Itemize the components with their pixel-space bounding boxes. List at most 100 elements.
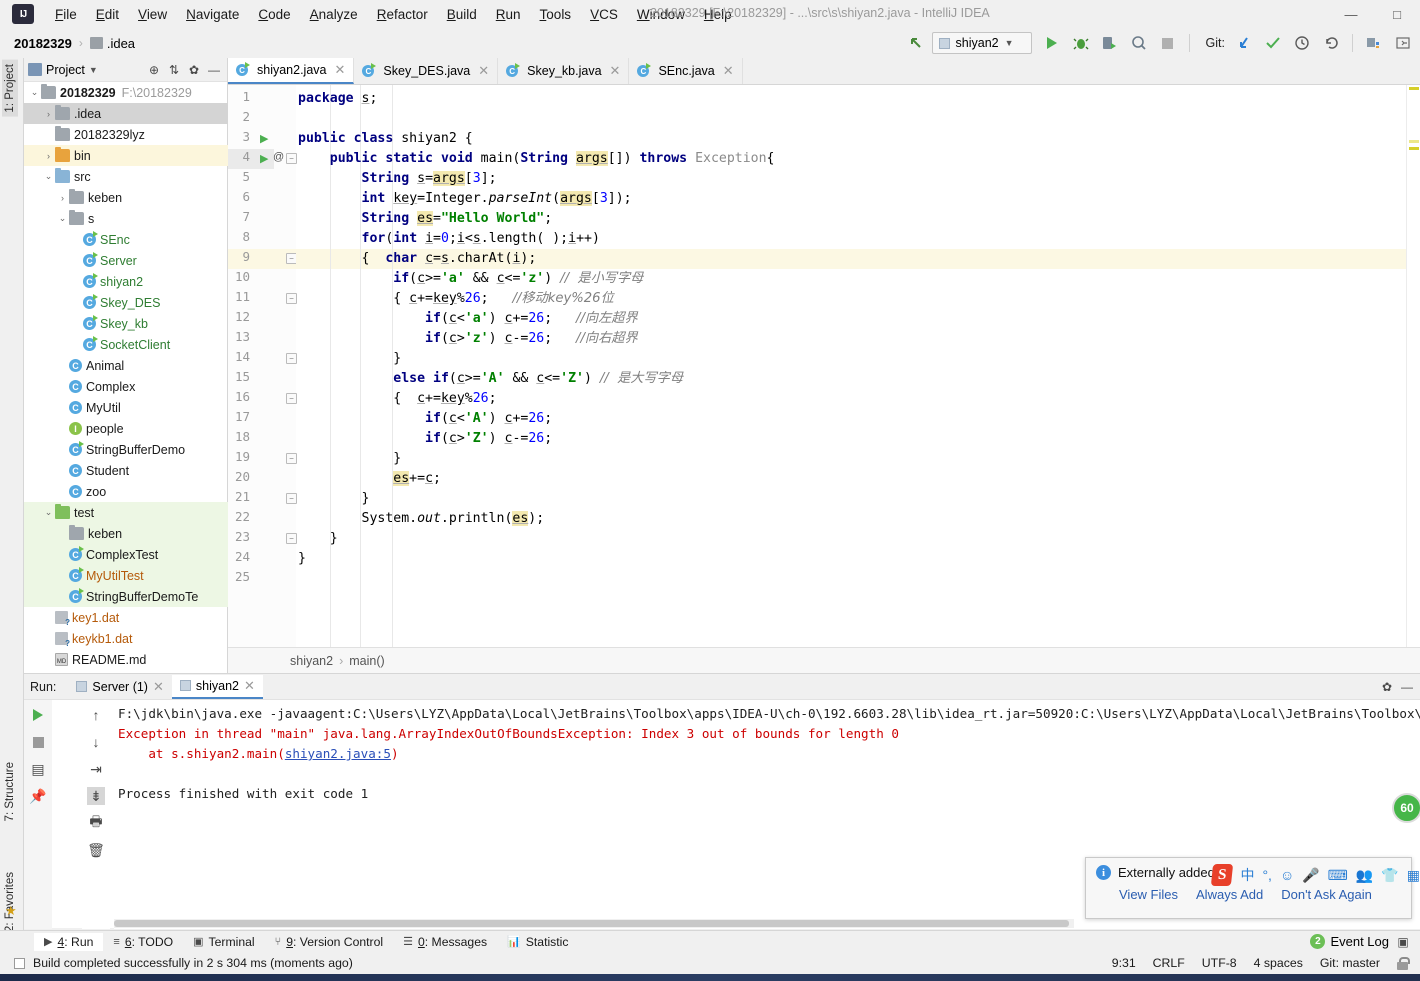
soft-wrap-icon[interactable]: ⇥ <box>87 760 105 778</box>
editor-marker-bar[interactable] <box>1406 85 1420 647</box>
close-icon[interactable]: ✕ <box>153 679 164 695</box>
chevron-right-icon[interactable]: › <box>56 193 69 203</box>
tree-node[interactable]: C MyUtil <box>24 397 228 418</box>
run-with-coverage-icon[interactable] <box>1097 31 1123 55</box>
tool-window-run[interactable]: ▶ 4: Run <box>34 932 104 951</box>
rerun-icon[interactable] <box>29 706 47 724</box>
menu-item-tools[interactable]: Tools <box>531 3 581 26</box>
breadcrumb-class[interactable]: shiyan2 <box>290 654 333 668</box>
tree-node[interactable]: keben <box>24 523 228 544</box>
line-separator[interactable]: CRLF <box>1153 956 1185 970</box>
menu-item-vcs[interactable]: VCS <box>581 3 627 26</box>
project-panel-title[interactable]: Project <box>46 63 85 77</box>
close-icon[interactable]: ✕ <box>478 63 489 79</box>
tool-window-todo[interactable]: ≡ 6: TODO <box>103 933 183 951</box>
lock-icon[interactable] <box>1397 956 1410 970</box>
gear-icon[interactable]: ✿ <box>1378 678 1396 696</box>
chevron-down-icon[interactable]: ⌄ <box>42 507 55 518</box>
tree-node[interactable]: ⌄ src <box>24 166 228 187</box>
chevron-down-icon[interactable]: ▼ <box>89 65 98 75</box>
menu-item-code[interactable]: Code <box>249 3 299 26</box>
scroll-down-icon[interactable]: ↓ <box>87 733 105 751</box>
minimize-button[interactable]: — <box>1328 0 1374 28</box>
scroll-to-end-icon[interactable]: ⇟ <box>87 787 105 805</box>
back-arrow-icon[interactable] <box>903 31 929 55</box>
editor-tab-shiyan2-java[interactable]: Cshiyan2.java ✕ <box>228 58 355 84</box>
tree-node[interactable]: key1.dat <box>24 607 228 628</box>
view-files-link[interactable]: View Files <box>1119 887 1178 902</box>
annotation-marker-icon[interactable]: @ <box>273 151 284 163</box>
clear-all-icon[interactable]: 🗑 <box>87 841 105 859</box>
profile-icon[interactable] <box>1126 31 1152 55</box>
chevron-right-icon[interactable]: › <box>42 109 55 119</box>
tree-node[interactable]: Ipeople <box>24 418 228 439</box>
tree-node[interactable]: C MyUtilTest <box>24 565 228 586</box>
editor-tab-SEnc-java[interactable]: C SEnc.java ✕ <box>629 58 743 84</box>
code-editor[interactable]: 1 2 3 ▶ 4 ▶ @5 6 7 8 9 10 11 12 13 14 15 16 17 18 19 20 21 22 23… <box>228 85 1420 647</box>
run-icon[interactable] <box>1039 31 1065 55</box>
tree-node[interactable]: ⌄ 20182329 F:\20182329 <box>24 82 228 103</box>
warning-marker[interactable] <box>1409 140 1419 143</box>
tree-node[interactable]: C Skey_DES <box>24 292 228 313</box>
maximize-button[interactable]: □ <box>1374 0 1420 28</box>
breadcrumb-project[interactable]: 20182329 <box>14 36 72 51</box>
tree-node[interactable]: C Student <box>24 460 228 481</box>
dont-ask-again-link[interactable]: Don't Ask Again <box>1281 887 1372 902</box>
editor-tab-Skey_kb-java[interactable]: C Skey_kb.java ✕ <box>498 58 630 84</box>
ime-skin-icon[interactable]: 👕 <box>1381 867 1398 884</box>
stop-icon[interactable] <box>29 733 47 751</box>
ime-language-icon[interactable]: 中 <box>1240 865 1254 885</box>
stacktrace-link[interactable]: shiyan2.java:5 <box>285 746 391 761</box>
tree-node[interactable]: › .idea <box>24 103 228 124</box>
close-icon[interactable]: ✕ <box>335 62 346 78</box>
tree-node[interactable]: C Complex <box>24 376 228 397</box>
menu-item-refactor[interactable]: Refactor <box>368 3 437 26</box>
chevron-down-icon[interactable]: ⌄ <box>42 171 55 182</box>
project-tree[interactable]: ⌄ 20182329 F:\20182329 › .idea 20182329lyz › bi… <box>24 82 228 673</box>
maximize-icon[interactable] <box>1390 31 1416 55</box>
update-project-icon[interactable] <box>1231 31 1257 55</box>
hide-icon[interactable]: — <box>1398 678 1416 696</box>
tree-node[interactable]: Czoo <box>24 481 228 502</box>
indent-setting[interactable]: 4 spaces <box>1254 956 1303 970</box>
close-icon[interactable]: ✕ <box>610 63 621 79</box>
history-icon[interactable] <box>1289 31 1315 55</box>
scroll-up-icon[interactable]: ↑ <box>87 706 105 724</box>
tree-node[interactable]: MD README.md <box>24 649 228 670</box>
ime-user-icon[interactable]: 👥 <box>1356 867 1373 884</box>
maximize-icon[interactable]: ▣ <box>1394 933 1412 951</box>
menu-item-build[interactable]: Build <box>438 3 486 26</box>
chevron-down-icon[interactable]: ⌄ <box>56 213 69 224</box>
stop-icon[interactable] <box>1155 31 1181 55</box>
caret-position[interactable]: 9:31 <box>1112 956 1136 970</box>
tree-node[interactable]: C ComplexTest <box>24 544 228 565</box>
tree-node[interactable]: › bin <box>24 145 228 166</box>
tool-window-terminal[interactable]: ▣ Terminal <box>183 933 264 951</box>
ime-toolbox-icon[interactable]: ▦ <box>1407 867 1420 884</box>
tree-node[interactable]: C StringBufferDemo <box>24 439 228 460</box>
ime-keyboard-icon[interactable]: ⌨ <box>1328 867 1348 884</box>
inspection-badge[interactable]: 60 <box>1392 793 1420 823</box>
code-content[interactable]: package s; public class shiyan2 { public … <box>296 85 1420 647</box>
locate-icon[interactable]: ⊕ <box>145 61 163 79</box>
console-line[interactable]: at s.shiyan2.main(shiyan2.java:5) <box>118 744 398 764</box>
always-add-link[interactable]: Always Add <box>1196 887 1263 902</box>
ime-punctuation-icon[interactable]: °, <box>1262 867 1272 883</box>
tree-node[interactable]: ⌄ s <box>24 208 228 229</box>
event-log-label[interactable]: Event Log <box>1330 934 1389 949</box>
run-tab-shiyan2[interactable]: shiyan2 ✕ <box>171 674 263 699</box>
debug-icon[interactable] <box>1068 31 1094 55</box>
tree-node[interactable]: C Skey_kb <box>24 313 228 334</box>
tree-node[interactable]: C SEnc <box>24 229 228 250</box>
settings-icon[interactable]: ✿ <box>185 61 203 79</box>
close-icon[interactable]: ✕ <box>244 678 255 694</box>
menu-item-file[interactable]: File <box>46 3 86 26</box>
sidebar-item-project[interactable]: 1: Project <box>2 60 18 117</box>
chevron-right-icon[interactable]: › <box>42 151 55 161</box>
print-icon[interactable]: 🖶 <box>87 813 105 832</box>
tree-node[interactable]: C Server <box>24 250 228 271</box>
run-configuration-selector[interactable]: shiyan2 ▼ <box>931 32 1032 54</box>
tree-node[interactable]: 20182329lyz <box>24 124 228 145</box>
breadcrumb-folder[interactable]: .idea <box>107 36 135 51</box>
git-branch[interactable]: Git: master <box>1320 956 1380 970</box>
